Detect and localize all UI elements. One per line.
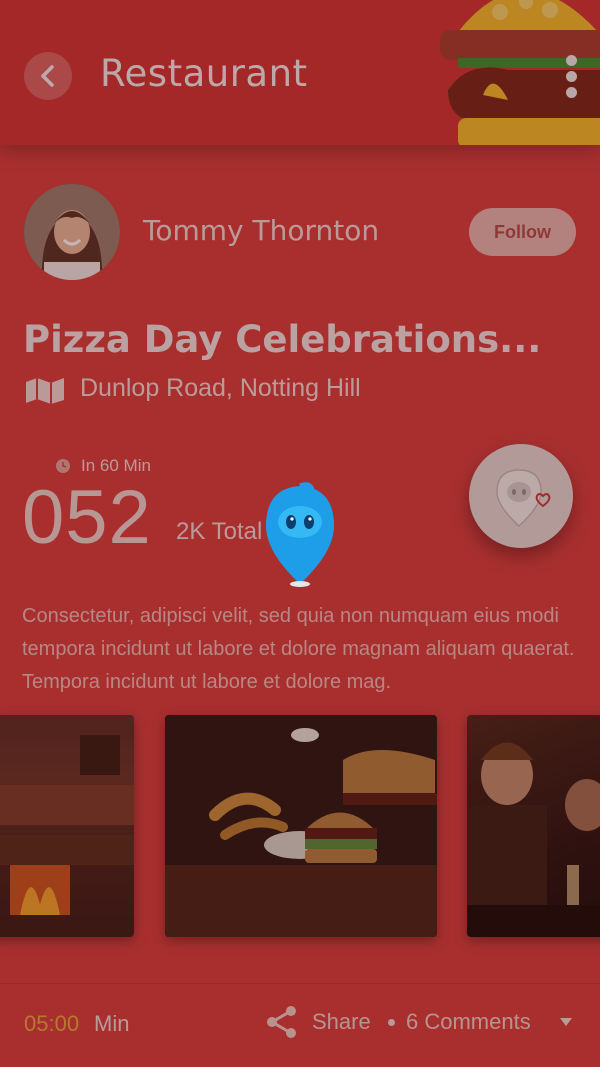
loading-indicator [0, 0, 600, 1067]
app-screen: Restaurant Tommy Thornton Follow Pizza D… [0, 0, 600, 1067]
mascot-pin-icon [266, 482, 334, 587]
